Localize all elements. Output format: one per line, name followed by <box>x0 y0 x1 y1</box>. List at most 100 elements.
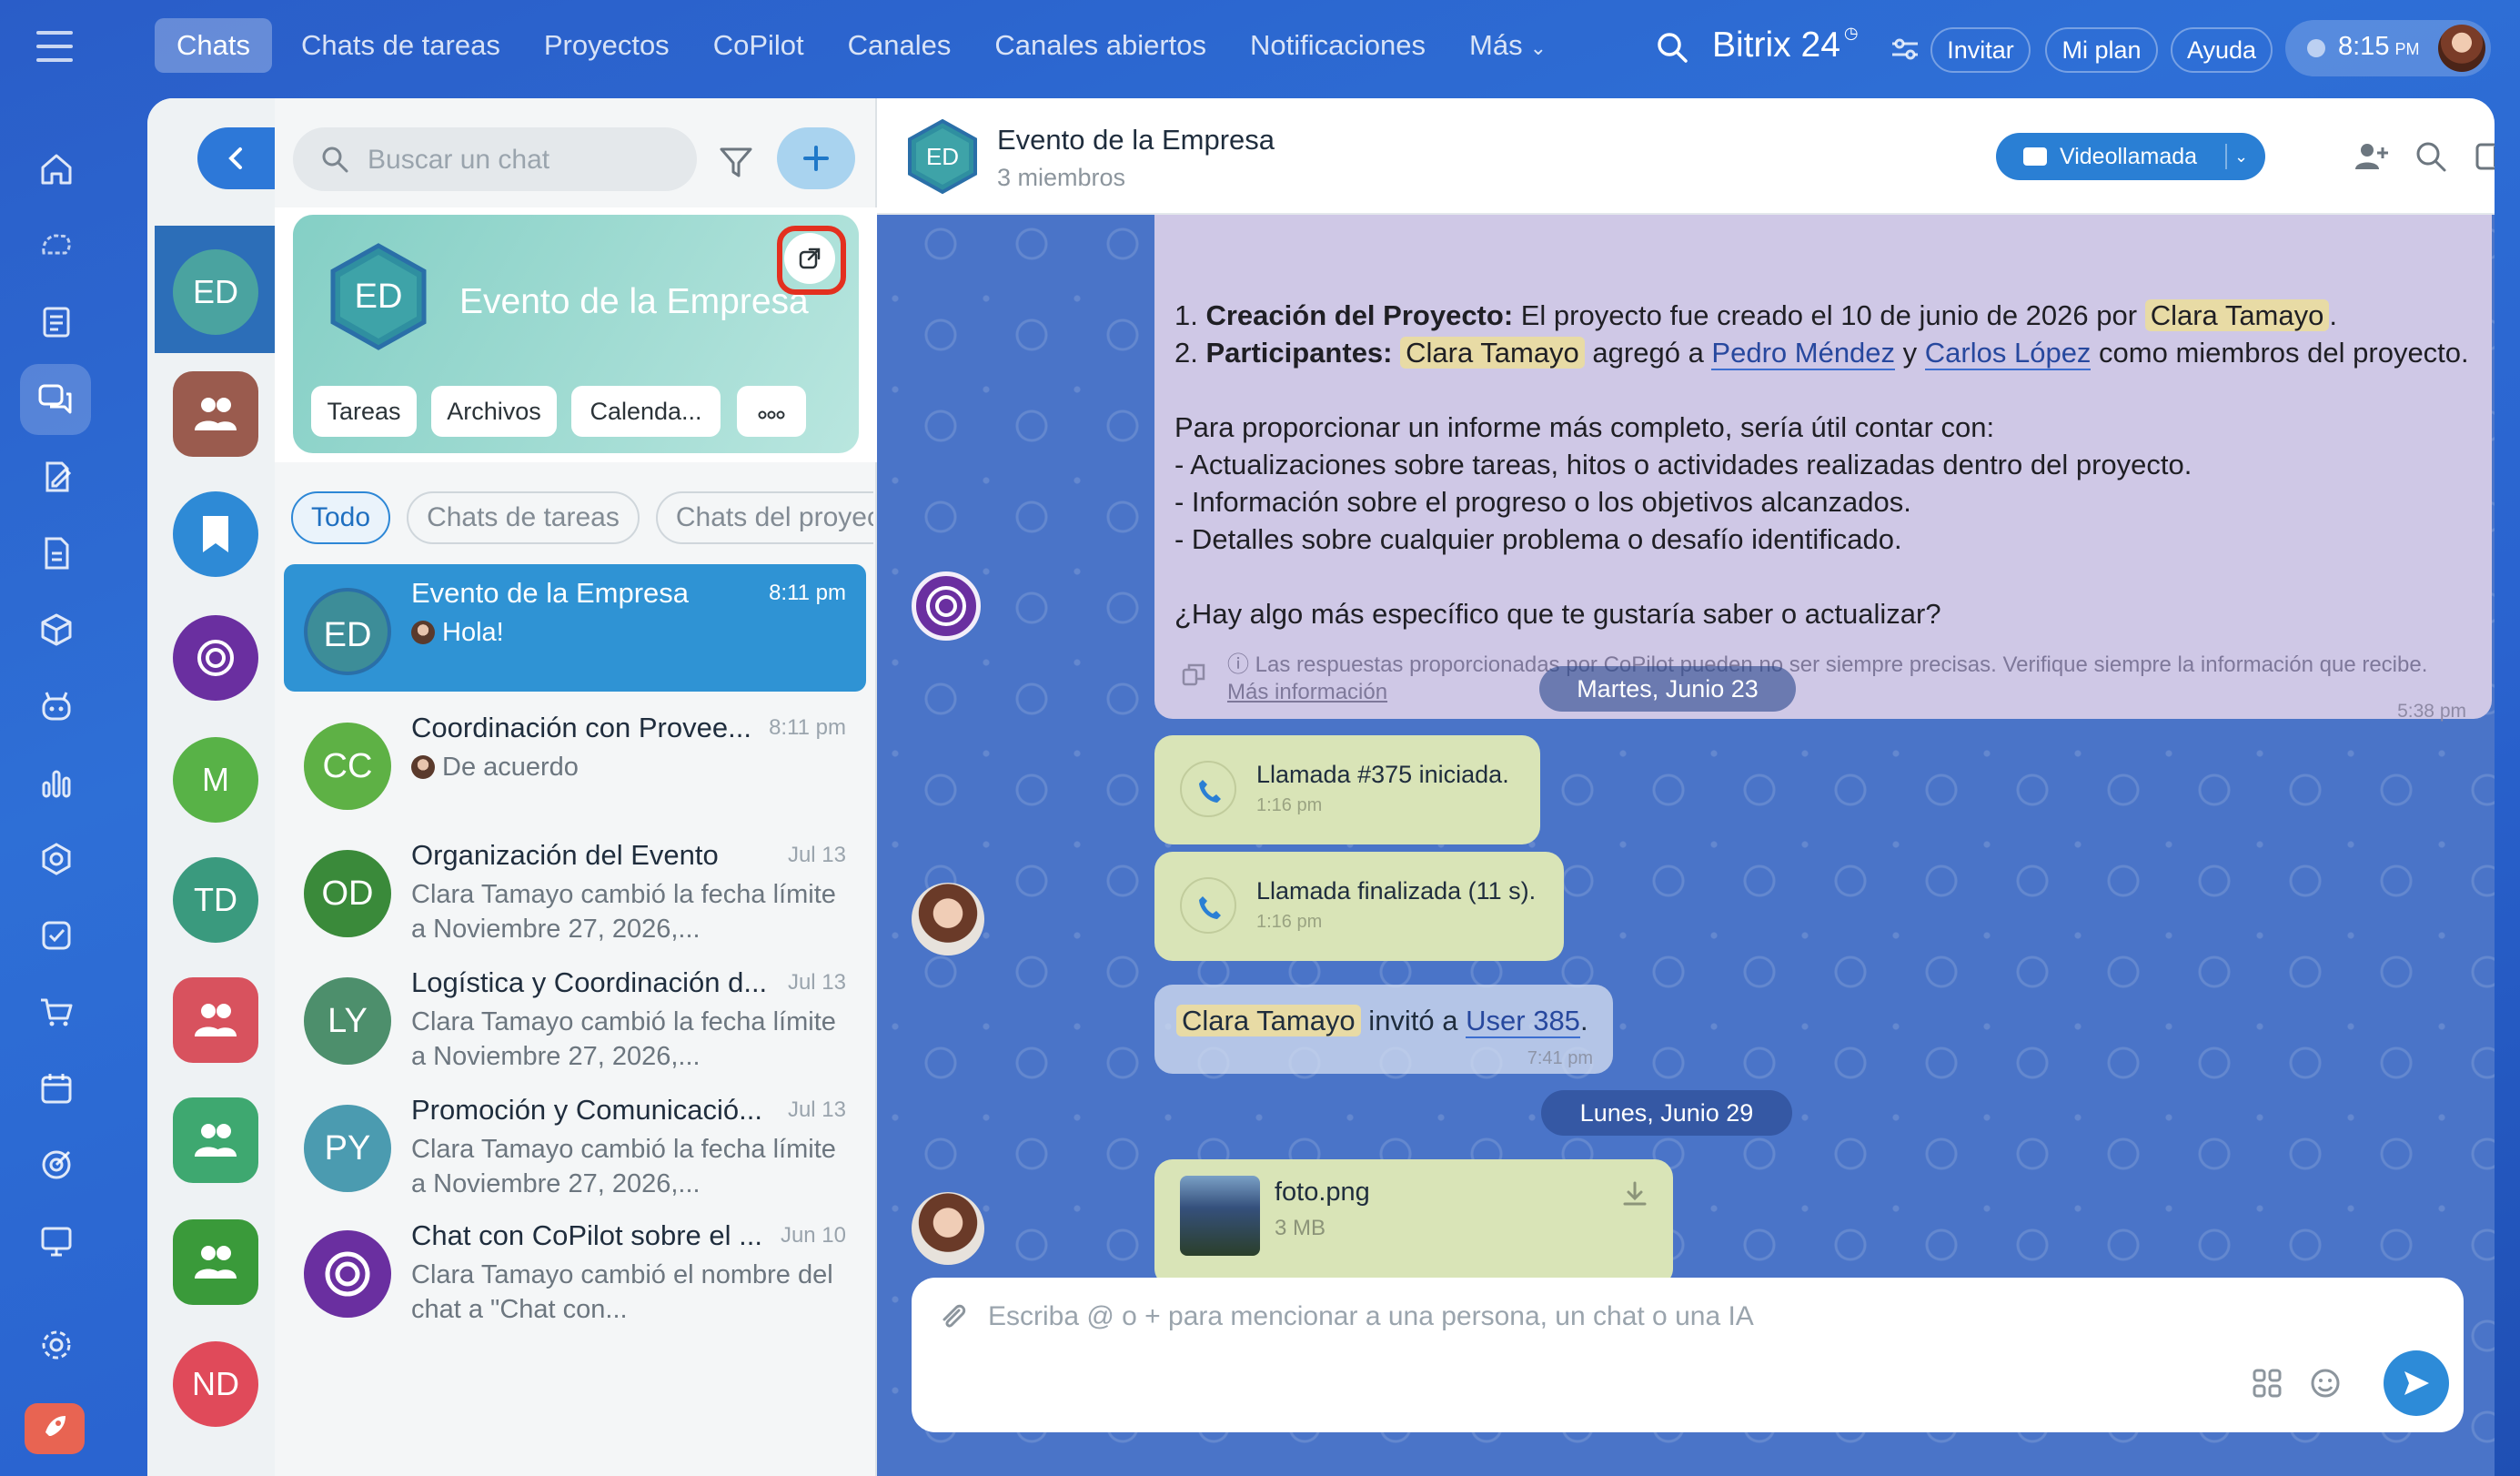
my-plan-button[interactable]: Mi plan <box>2045 27 2158 73</box>
chat-avatar: ED <box>304 588 391 675</box>
chat-list: Buscar un chat ED Evento de la Empresa T… <box>275 98 877 1476</box>
invited-user[interactable]: User 385 <box>1466 1005 1580 1038</box>
sidebar-toggle-icon[interactable] <box>2473 138 2495 175</box>
invite-time: 7:41 pm <box>1527 1048 1593 1068</box>
ai-bullet-3: - Detalles sobre cualquier problema o de… <box>1174 523 1902 555</box>
tab-projects[interactable]: Proyectos <box>522 18 691 73</box>
tab-open-channels[interactable]: Canales abiertos <box>973 18 1228 73</box>
recent-chat-avatar[interactable] <box>173 371 258 457</box>
message-composer[interactable]: Escriba @ o + para mencionar a una perso… <box>912 1278 2464 1432</box>
rocket-icon[interactable] <box>25 1403 85 1454</box>
calendar-grid-icon[interactable] <box>38 1070 75 1107</box>
recent-chat-avatar[interactable] <box>173 1219 258 1305</box>
chat-list-item[interactable]: LY Logística y Coordinación d... Jul 13 Cla… <box>284 954 866 1081</box>
chats-icon[interactable] <box>20 364 91 435</box>
calendar-button[interactable]: Calenda... <box>571 386 721 437</box>
hexagon-icon[interactable] <box>38 841 75 877</box>
clock-widget[interactable]: 8:15 PM <box>2285 20 2491 76</box>
tab-notifications[interactable]: Notificaciones <box>1228 18 1447 73</box>
presentation-icon[interactable] <box>38 1223 75 1259</box>
chat-list-item[interactable]: OD Organización del Evento Jul 13 Clara Tam… <box>284 826 866 954</box>
chip-project-chats[interactable]: Chats del proyecto <box>655 491 873 544</box>
paperclip-icon[interactable] <box>937 1301 970 1334</box>
file-message[interactable]: foto.png 3 MB <box>1154 1159 1673 1287</box>
help-button[interactable]: Ayuda <box>2171 27 2273 73</box>
chevron-down-icon[interactable]: ⌄ <box>2234 133 2248 180</box>
disclaimer-text: Las respuestas proporcionadas por CoPilo… <box>1255 652 2428 677</box>
cart-icon[interactable] <box>38 994 75 1030</box>
chat-list-item[interactable]: PY Promoción y Comunicació... Jul 13 Clara … <box>284 1081 866 1208</box>
apps-grid-icon[interactable] <box>2251 1367 2283 1400</box>
emoji-icon[interactable] <box>2309 1367 2342 1400</box>
ai-line1-name[interactable]: Clara Tamayo <box>2144 299 2330 331</box>
chat-list-item[interactable]: CC Coordinación con Provee... 8:11 pm De ac… <box>284 699 866 826</box>
recent-chat-avatar[interactable]: ED <box>173 249 258 335</box>
add-user-icon[interactable] <box>2353 138 2389 175</box>
chat-members[interactable]: 3 miembros <box>997 164 1125 192</box>
more-button[interactable] <box>737 386 806 437</box>
new-chat-button[interactable] <box>777 127 855 189</box>
chat-list-item[interactable]: Chat con CoPilot sobre el ... Jun 10 Clara… <box>284 1207 866 1334</box>
ai-bullet-1: - Actualizaciones sobre tareas, hitos o … <box>1174 449 2192 480</box>
brand-logo: Bitrix 24 ◷ <box>1712 24 1859 66</box>
download-icon[interactable] <box>1620 1179 1649 1208</box>
tasks-button[interactable]: Tareas <box>311 386 417 437</box>
tab-chats[interactable]: Chats <box>155 18 272 73</box>
recent-chat-avatar[interactable] <box>173 977 258 1063</box>
search-input[interactable]: Buscar un chat <box>293 127 697 191</box>
tab-copilot[interactable]: CoPilot <box>691 18 826 73</box>
user-avatar[interactable] <box>2438 25 2485 72</box>
feed-icon[interactable] <box>38 227 75 264</box>
invite-actor[interactable]: Clara Tamayo <box>1176 1005 1361 1036</box>
main-tabs: Chats Chats de tareas Proyectos CoPilot … <box>155 18 1568 73</box>
clock-time: 8:15 <box>2338 32 2390 61</box>
checkbox-icon[interactable] <box>38 917 75 954</box>
chip-task-chats[interactable]: Chats de tareas <box>407 491 640 544</box>
tab-task-chats[interactable]: Chats de tareas <box>279 18 522 73</box>
chip-all[interactable]: Todo <box>291 491 391 544</box>
home-icon[interactable] <box>38 151 75 187</box>
recent-chat-avatar[interactable] <box>173 1097 258 1183</box>
copilot-avatar[interactable] <box>912 571 981 641</box>
ai-line-2: 2. Participantes: Clara Tamayo agregó a … <box>1174 334 2485 371</box>
file-thumbnail[interactable] <box>1180 1176 1260 1256</box>
menu-icon[interactable] <box>36 31 73 62</box>
more-info-link[interactable]: Más información <box>1227 680 1387 704</box>
video-call-button[interactable]: Videollamada ⌄ <box>1996 133 2265 180</box>
chat-title[interactable]: Evento de la Empresa <box>997 124 1275 157</box>
ai-line1-bold: Creación del Proyecto: <box>1205 299 1514 331</box>
chat-list-item[interactable]: ED Evento de la Empresa 8:11 pm Hola! <box>284 564 866 692</box>
mention-pedro[interactable]: Pedro Méndez <box>1711 337 1896 370</box>
documents-icon[interactable] <box>38 535 75 571</box>
mention-carlos[interactable]: Carlos López <box>1924 337 2092 370</box>
box-icon[interactable] <box>38 612 75 648</box>
back-button[interactable] <box>197 127 275 189</box>
invite-button[interactable]: Invitar <box>1930 27 2031 73</box>
robot-icon[interactable] <box>38 688 75 724</box>
sender-avatar[interactable] <box>912 1192 984 1265</box>
filter-icon[interactable] <box>718 144 754 180</box>
tab-channels[interactable]: Canales <box>826 18 973 73</box>
analytics-icon[interactable] <box>38 764 75 801</box>
phone-icon <box>1180 761 1236 817</box>
files-button[interactable]: Archivos <box>431 386 557 437</box>
send-button[interactable] <box>2384 1350 2449 1416</box>
recent-chat-avatar[interactable]: TD <box>173 857 258 943</box>
chat-last-message-text: Clara Tamayo cambió la fecha límite a No… <box>411 1007 836 1071</box>
gear-icon[interactable] <box>38 1327 75 1363</box>
tab-more[interactable]: Más ⌄ <box>1447 18 1568 73</box>
search-icon[interactable] <box>2413 138 2449 175</box>
target-icon[interactable] <box>38 1147 75 1183</box>
recent-chat-avatar[interactable]: M <box>173 737 258 823</box>
recent-chat-avatar[interactable] <box>173 491 258 577</box>
settings-sliders-icon[interactable] <box>1889 35 1921 64</box>
news-icon[interactable] <box>38 304 75 340</box>
recent-chat-avatar[interactable] <box>173 615 258 701</box>
sender-avatar[interactable] <box>912 883 984 955</box>
ai-line2-name[interactable]: Clara Tamayo <box>1400 337 1585 369</box>
tasks-edit-icon[interactable] <box>38 459 75 495</box>
recent-chat-avatar[interactable]: ND <box>173 1341 258 1427</box>
copy-icon[interactable] <box>1182 662 1205 686</box>
chat-header-avatar[interactable]: ED <box>904 118 981 195</box>
search-icon[interactable] <box>1654 29 1690 66</box>
